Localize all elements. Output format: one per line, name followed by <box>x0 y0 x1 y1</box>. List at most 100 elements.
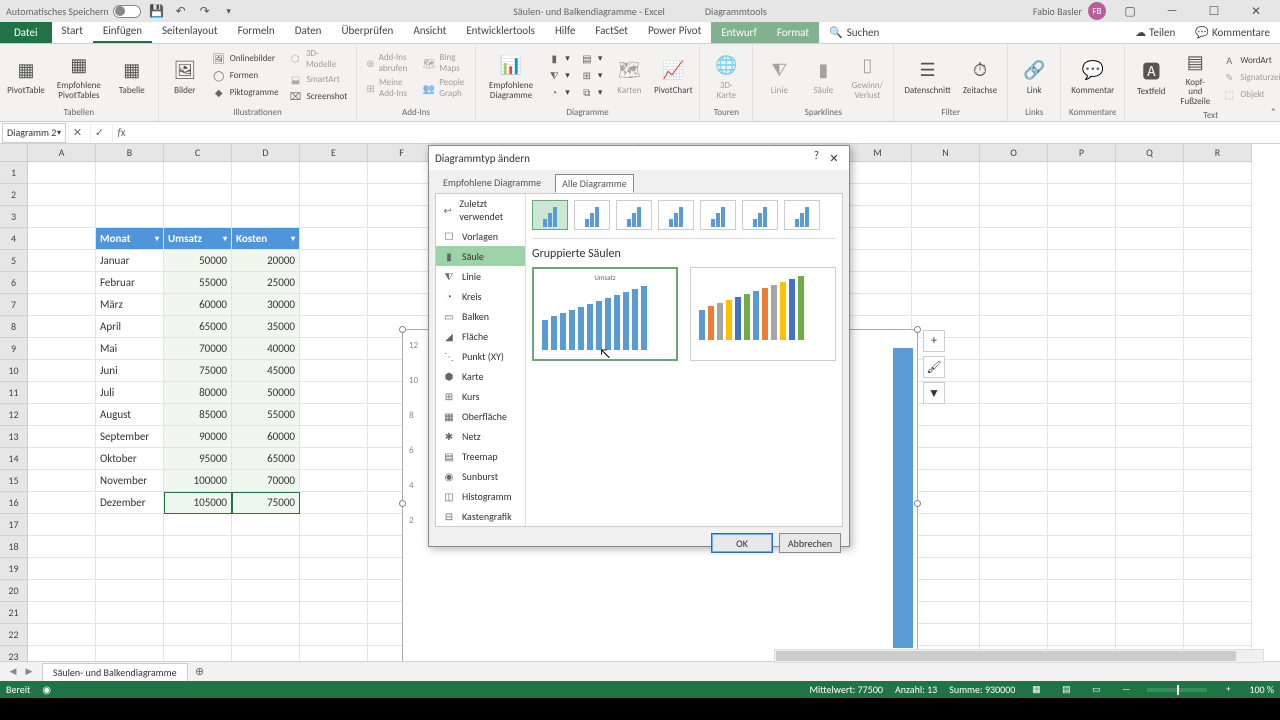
tab-entwicklertools[interactable]: Entwicklertools <box>456 20 545 43</box>
column-header[interactable]: E <box>300 144 368 162</box>
insert-pie-chart[interactable]: ◔▾ <box>544 85 573 101</box>
cell[interactable] <box>164 624 232 646</box>
maximize-icon[interactable]: ☐ <box>1196 1 1232 21</box>
view-pagebreak-icon[interactable]: ▭ <box>1087 683 1105 697</box>
cell[interactable] <box>912 514 980 536</box>
timeline-button[interactable]: ⏱Zeitachse <box>959 54 1001 97</box>
cell[interactable] <box>300 228 368 250</box>
cell[interactable]: 30000 <box>232 294 300 316</box>
chart-type-netz[interactable]: ✱Netz <box>436 426 525 446</box>
column-header[interactable]: B <box>96 144 164 162</box>
get-addins-button[interactable]: ⊕Add-Ins abrufen <box>363 51 416 75</box>
signature-button[interactable]: ✎Signaturzeile <box>1219 69 1280 85</box>
cell[interactable]: September <box>96 426 164 448</box>
redo-icon[interactable]: ↷ <box>197 3 213 19</box>
row-header[interactable]: 10 <box>0 360 28 382</box>
cell[interactable] <box>1048 602 1116 624</box>
cell[interactable]: 35000 <box>232 316 300 338</box>
dialog-tab-all[interactable]: Alle Diagramme <box>555 174 634 193</box>
cell[interactable]: Juli <box>96 382 164 404</box>
cell[interactable] <box>1116 272 1184 294</box>
cell[interactable] <box>232 558 300 580</box>
cell[interactable] <box>912 426 980 448</box>
cell[interactable]: 85000 <box>164 404 232 426</box>
cell[interactable] <box>1116 250 1184 272</box>
chart-type-linie[interactable]: ⧨Linie <box>436 266 525 286</box>
name-box[interactable]: Diagramm 2▾ <box>2 123 66 143</box>
cell[interactable] <box>300 162 368 184</box>
cell[interactable] <box>1184 162 1252 184</box>
cell[interactable] <box>1048 404 1116 426</box>
cell[interactable] <box>844 228 912 250</box>
cell[interactable] <box>28 360 96 382</box>
cell[interactable]: November <box>96 470 164 492</box>
chart-type-treemap[interactable]: ▤Treemap <box>436 446 525 466</box>
row-header[interactable]: 8 <box>0 316 28 338</box>
tab-daten[interactable]: Daten <box>285 20 332 43</box>
cell[interactable] <box>1116 206 1184 228</box>
cell[interactable] <box>980 448 1048 470</box>
cell[interactable] <box>1184 602 1252 624</box>
cell[interactable] <box>1184 294 1252 316</box>
cell[interactable] <box>1116 294 1184 316</box>
insert-line-chart[interactable]: ⧨▾ <box>544 68 573 84</box>
cell[interactable] <box>912 624 980 646</box>
cell[interactable] <box>980 250 1048 272</box>
sparkline-column-button[interactable]: ▮Säule <box>803 54 843 97</box>
cell[interactable] <box>232 162 300 184</box>
tell-me[interactable]: 🔍 Suchen <box>819 22 889 43</box>
cell[interactable] <box>368 206 436 228</box>
cell[interactable] <box>1048 558 1116 580</box>
cell[interactable] <box>1184 250 1252 272</box>
cell[interactable]: Monat▾ <box>96 228 164 250</box>
chart-type-punktxy[interactable]: ⋱Punkt (XY) <box>436 346 525 366</box>
cell[interactable] <box>912 250 980 272</box>
sheet-tab[interactable]: Säulen- und Balkendiagramme <box>42 663 188 681</box>
horizontal-scrollbar[interactable] <box>774 649 1264 663</box>
column-header[interactable]: Q <box>1116 144 1184 162</box>
cell[interactable]: Umsatz▾ <box>164 228 232 250</box>
insert-combo-chart[interactable]: ⧉▾ <box>577 85 606 101</box>
column-header[interactable]: D <box>232 144 300 162</box>
slicer-button[interactable]: ☰Datenschnitt <box>900 54 954 97</box>
cell[interactable] <box>28 294 96 316</box>
cell[interactable]: 70000 <box>232 470 300 492</box>
cell[interactable] <box>1048 536 1116 558</box>
dialog-help-icon[interactable]: ? <box>814 149 819 167</box>
cell[interactable] <box>1048 580 1116 602</box>
sheet-nav-next-icon[interactable]: ▶ <box>22 665 36 679</box>
cell[interactable] <box>368 294 436 316</box>
tab-formeln[interactable]: Formeln <box>228 20 285 43</box>
row-header[interactable]: 7 <box>0 294 28 316</box>
cell[interactable]: 60000 <box>164 294 232 316</box>
cell[interactable] <box>1184 470 1252 492</box>
cell[interactable]: 100000 <box>164 470 232 492</box>
cell[interactable] <box>1184 316 1252 338</box>
cell[interactable] <box>28 448 96 470</box>
row-header[interactable]: 2 <box>0 184 28 206</box>
row-header[interactable]: 4 <box>0 228 28 250</box>
cell[interactable] <box>1116 624 1184 646</box>
cell[interactable] <box>232 580 300 602</box>
cell[interactable] <box>912 294 980 316</box>
row-header[interactable]: 21 <box>0 602 28 624</box>
row-header[interactable]: 5 <box>0 250 28 272</box>
cell[interactable] <box>300 294 368 316</box>
tab-hilfe[interactable]: Hilfe <box>545 20 585 43</box>
chart-preview-1[interactable]: Umsatz <box>532 267 678 361</box>
cell[interactable] <box>980 470 1048 492</box>
cell[interactable] <box>1184 184 1252 206</box>
cell[interactable] <box>1048 162 1116 184</box>
cell[interactable] <box>844 162 912 184</box>
column-header[interactable]: F <box>368 144 436 162</box>
cell[interactable] <box>1116 382 1184 404</box>
cell[interactable] <box>912 602 980 624</box>
chart-type-karte[interactable]: ⬢Karte <box>436 366 525 386</box>
cell[interactable] <box>300 448 368 470</box>
row-header[interactable]: 16 <box>0 492 28 514</box>
textbox-button[interactable]: 🅰Textfeld <box>1131 55 1171 98</box>
cell[interactable] <box>912 492 980 514</box>
cell[interactable] <box>1184 338 1252 360</box>
cancel-button[interactable]: Abbrechen <box>779 533 841 553</box>
row-header[interactable]: 22 <box>0 624 28 646</box>
